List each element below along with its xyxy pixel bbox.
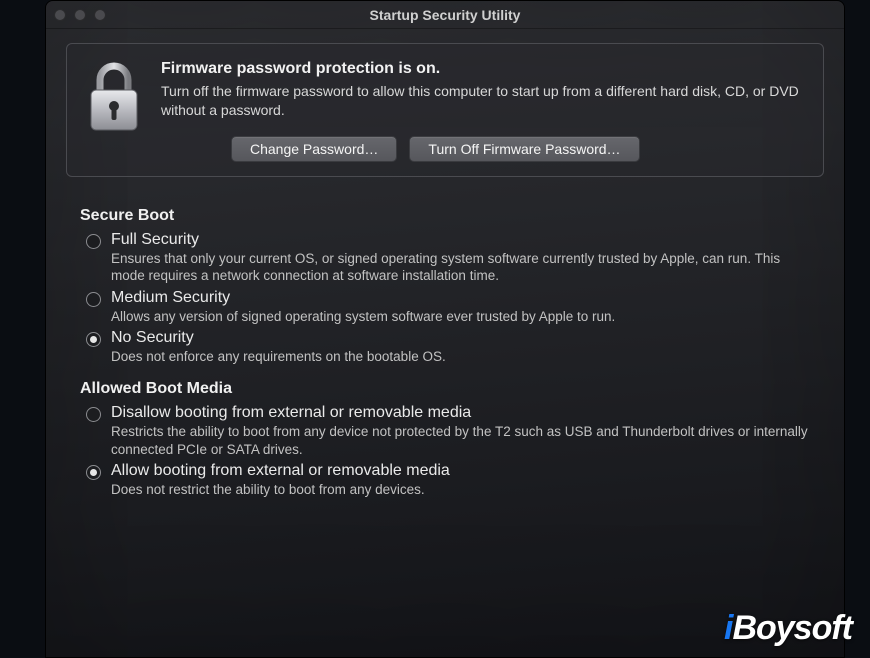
option-desc: Restricts the ability to boot from any d… [111,423,810,458]
radio-allow-external[interactable] [86,465,101,480]
secure-boot-option-medium[interactable]: Medium Security Allows any version of si… [86,289,810,326]
allowed-boot-media-title: Allowed Boot Media [80,380,810,398]
option-desc: Does not restrict the ability to boot fr… [111,481,810,499]
option-label: Disallow booting from external or remova… [111,404,810,422]
change-password-button[interactable]: Change Password… [231,136,397,162]
radio-medium-security[interactable] [86,292,101,307]
allowed-boot-option-disallow[interactable]: Disallow booting from external or remova… [86,404,810,458]
option-label: No Security [111,329,810,347]
radio-full-security[interactable] [86,234,101,249]
titlebar: Startup Security Utility [46,1,844,29]
option-desc: Ensures that only your current OS, or si… [111,250,810,285]
window-title: Startup Security Utility [46,7,844,23]
firmware-password-heading: Firmware password protection is on. [161,60,805,78]
watermark-rest: Boysoft [732,609,852,647]
allowed-boot-option-allow[interactable]: Allow booting from external or removable… [86,462,810,499]
secure-boot-option-none[interactable]: No Security Does not enforce any require… [86,329,810,366]
secure-boot-title: Secure Boot [80,207,810,225]
content: Secure Boot Full Security Ensures that o… [46,187,844,511]
option-desc: Does not enforce any requirements on the… [111,348,810,366]
lock-icon [85,60,143,162]
option-label: Medium Security [111,289,810,307]
radio-no-security[interactable] [86,332,101,347]
window: Startup Security Utility Firmware [45,0,845,658]
secure-boot-option-full[interactable]: Full Security Ensures that only your cur… [86,231,810,285]
firmware-password-description: Turn off the firmware password to allow … [161,82,805,120]
firmware-password-text: Firmware password protection is on. Turn… [161,60,805,162]
option-desc: Allows any version of signed operating s… [111,308,810,326]
option-label: Full Security [111,231,810,249]
watermark: iBoysoft [724,609,852,648]
radio-disallow-external[interactable] [86,407,101,422]
firmware-password-panel: Firmware password protection is on. Turn… [66,43,824,177]
option-label: Allow booting from external or removable… [111,462,810,480]
turn-off-firmware-password-button[interactable]: Turn Off Firmware Password… [409,136,639,162]
